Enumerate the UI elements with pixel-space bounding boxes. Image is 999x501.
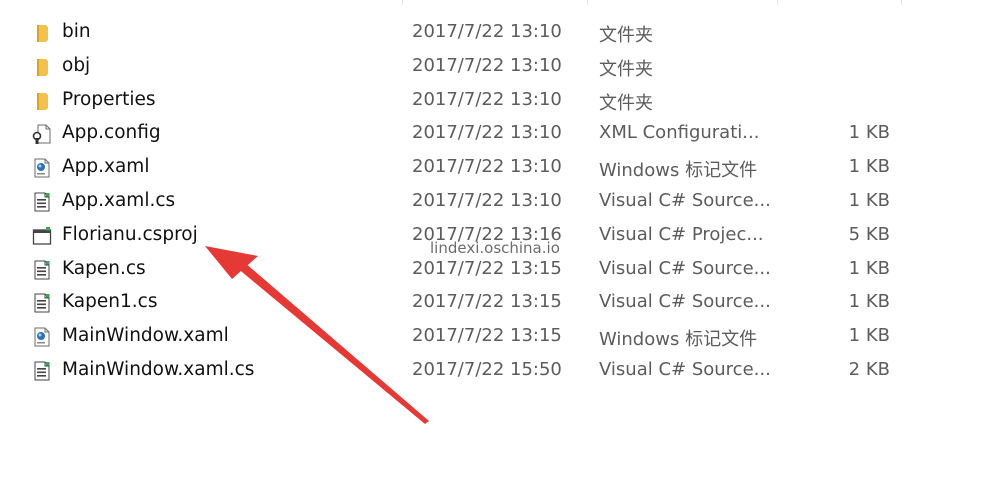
- file-type: Windows 标记文件: [599, 329, 758, 351]
- file-date: 2017/7/22 13:10: [412, 189, 562, 211]
- file-type: 文件夹: [599, 92, 653, 114]
- file-type: Visual C# Source...: [599, 358, 771, 380]
- xaml-file-icon: [32, 158, 52, 178]
- file-type: Visual C# Projec...: [599, 223, 764, 245]
- column-divider[interactable]: [777, 0, 778, 5]
- file-row[interactable]: Kapen.cs 2017/7/22 13:15 Visual C# Sourc…: [0, 253, 999, 287]
- csharp-file-icon: [32, 361, 52, 381]
- file-row[interactable]: bin 2017/7/22 13:10 文件夹: [0, 16, 999, 50]
- file-date: 2017/7/22 13:15: [412, 257, 562, 279]
- file-date: 2017/7/22 13:15: [412, 325, 562, 347]
- file-size: 2 KB: [848, 358, 890, 380]
- file-size: 1 KB: [848, 122, 890, 144]
- file-name: App.xaml: [62, 156, 150, 178]
- csharp-file-icon: [32, 260, 52, 280]
- file-name: MainWindow.xaml: [62, 325, 229, 347]
- file-row[interactable]: Properties 2017/7/22 13:10 文件夹: [0, 84, 999, 118]
- file-date: 2017/7/22 13:10: [412, 122, 562, 144]
- folder-icon: [32, 23, 52, 43]
- file-size: 1 KB: [848, 156, 890, 178]
- watermark-text: lindexi.oschina.io: [430, 239, 560, 257]
- column-divider[interactable]: [587, 0, 588, 5]
- file-row[interactable]: obj 2017/7/22 13:10 文件夹: [0, 50, 999, 84]
- config-file-icon: [32, 124, 52, 145]
- file-name: MainWindow.xaml.cs: [62, 358, 255, 380]
- file-date: 2017/7/22 13:10: [412, 88, 562, 110]
- file-type: Windows 标记文件: [599, 160, 758, 182]
- file-name: Kapen.cs: [62, 257, 146, 279]
- file-size: 1 KB: [848, 291, 890, 313]
- file-type: XML Configurati...: [599, 122, 760, 144]
- file-size: 5 KB: [848, 223, 890, 245]
- xaml-file-icon: [32, 327, 52, 347]
- column-divider[interactable]: [901, 0, 902, 5]
- file-row[interactable]: App.xaml 2017/7/22 13:10 Windows 标记文件 1 …: [0, 151, 999, 185]
- file-name: bin: [62, 21, 91, 42]
- file-row[interactable]: MainWindow.xaml.cs 2017/7/22 15:50 Visua…: [0, 354, 999, 388]
- file-type: 文件夹: [599, 58, 653, 80]
- folder-icon: [32, 57, 52, 77]
- csproj-file-icon: [32, 226, 52, 246]
- column-divider[interactable]: [402, 0, 403, 5]
- file-date: 2017/7/22 15:50: [412, 358, 562, 380]
- folder-icon: [32, 91, 52, 111]
- csharp-file-icon: [32, 192, 52, 212]
- file-date: 2017/7/22 13:15: [412, 291, 562, 313]
- file-type: Visual C# Source...: [599, 257, 771, 279]
- file-row[interactable]: MainWindow.xaml 2017/7/22 13:15 Windows …: [0, 320, 999, 354]
- file-name: Kapen1.cs: [62, 291, 158, 313]
- file-type: 文件夹: [599, 25, 653, 46]
- file-name: App.config: [62, 122, 161, 144]
- file-row[interactable]: App.xaml.cs 2017/7/22 13:10 Visual C# So…: [0, 185, 999, 219]
- file-type: Visual C# Source...: [599, 189, 771, 211]
- column-header-strip: [0, 0, 999, 6]
- csharp-file-icon: [32, 293, 52, 313]
- file-name: Florianu.csproj: [62, 223, 198, 245]
- file-name: Properties: [62, 88, 156, 110]
- file-list: bin 2017/7/22 13:10 文件夹 obj 2017/7/22 13…: [0, 16, 999, 388]
- file-date: 2017/7/22 13:10: [412, 156, 562, 178]
- file-row[interactable]: Kapen1.cs 2017/7/22 13:15 Visual C# Sour…: [0, 286, 999, 320]
- file-name: App.xaml.cs: [62, 189, 176, 211]
- file-name: obj: [62, 54, 91, 76]
- file-date: 2017/7/22 13:10: [412, 21, 562, 42]
- file-date: 2017/7/22 13:10: [412, 54, 562, 76]
- file-size: 1 KB: [848, 189, 890, 211]
- file-size: 1 KB: [848, 325, 890, 347]
- file-size: 1 KB: [848, 257, 890, 279]
- file-type: Visual C# Source...: [599, 291, 771, 313]
- file-row[interactable]: App.config 2017/7/22 13:10 XML Configura…: [0, 117, 999, 151]
